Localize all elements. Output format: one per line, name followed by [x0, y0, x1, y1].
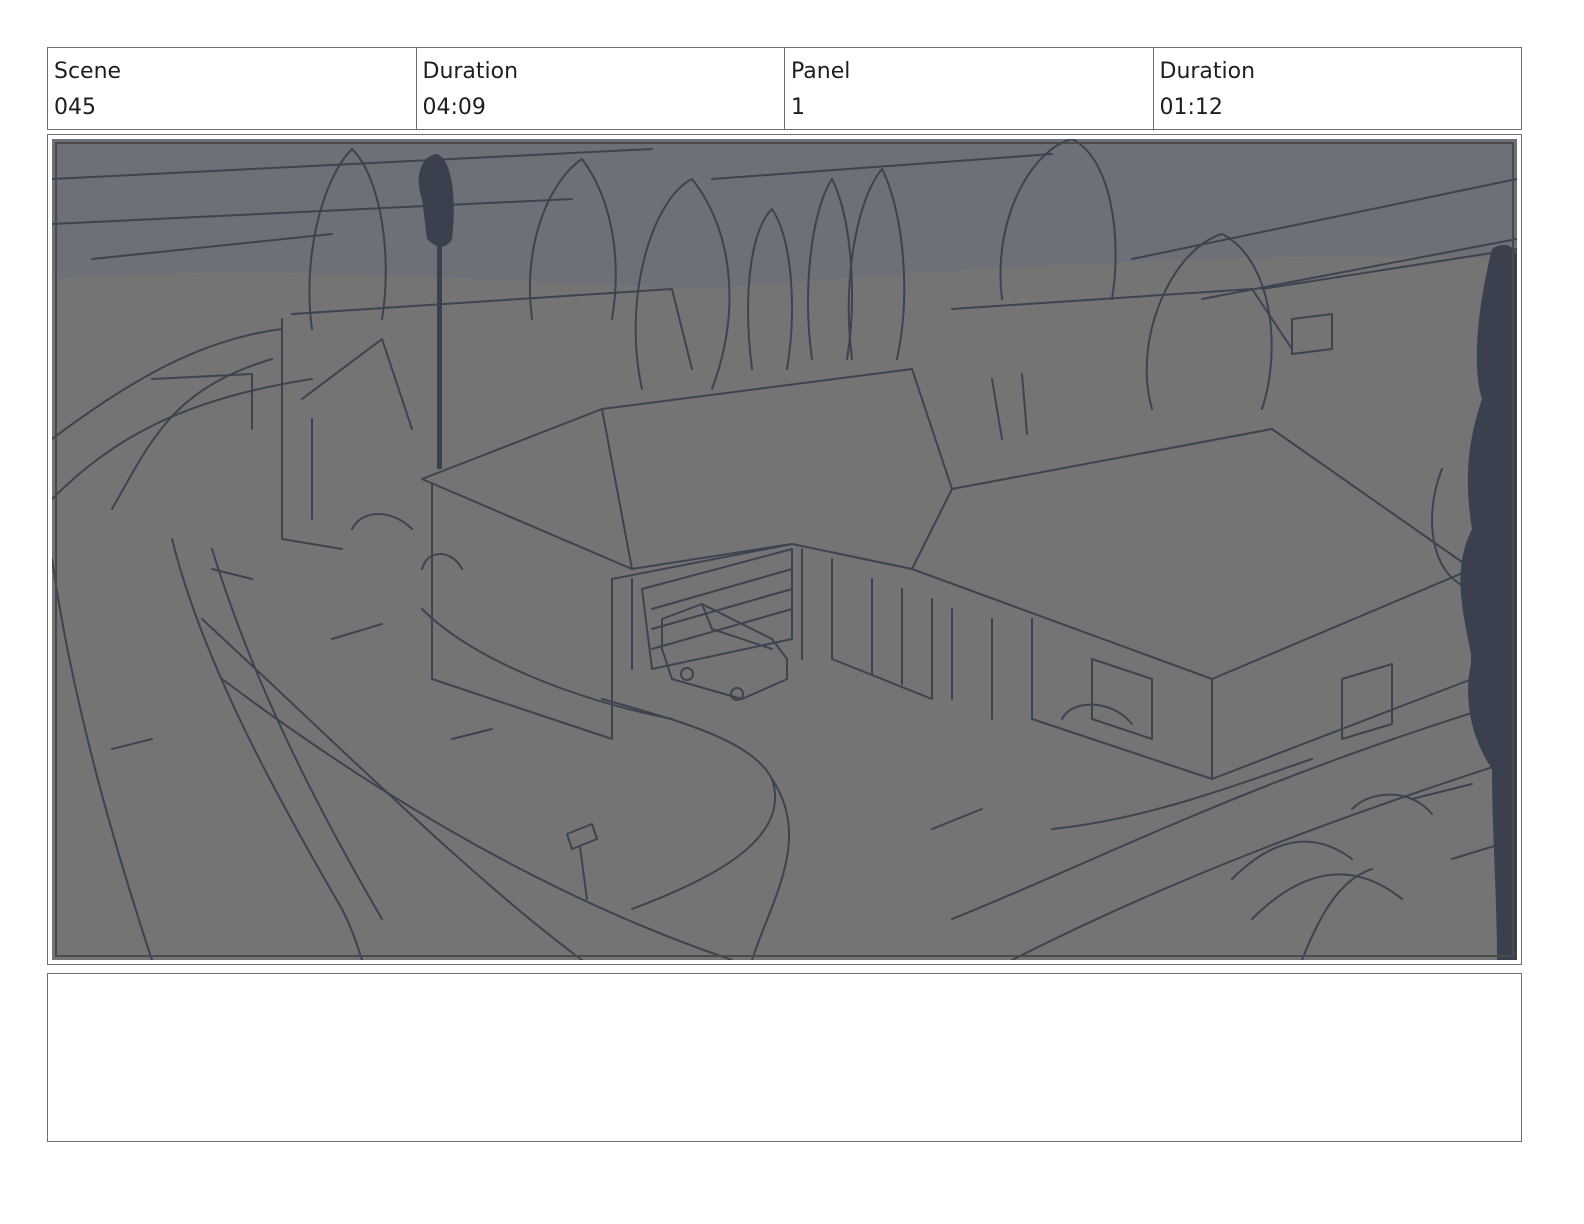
storyboard-sketch — [52, 139, 1517, 960]
scene-label: Scene — [54, 59, 122, 84]
storyboard-frame — [47, 134, 1522, 965]
panel-duration-cell: Duration 01:12 — [1154, 48, 1522, 129]
panel-cell: Panel 1 — [785, 48, 1154, 129]
panel-duration-label: Duration — [1159, 59, 1256, 84]
panel-notes-box[interactable] — [47, 973, 1522, 1142]
scene-value: 045 — [54, 95, 96, 120]
panel-info-header: Scene 045 Duration 04:09 Panel 1 Duratio… — [47, 47, 1522, 130]
scene-duration-label: Duration — [422, 59, 519, 84]
panel-label: Panel — [791, 59, 851, 84]
panel-duration-value: 01:12 — [1159, 95, 1223, 120]
panel-value: 1 — [791, 95, 805, 120]
scene-duration-value: 04:09 — [422, 95, 486, 120]
scene-duration-cell: Duration 04:09 — [417, 48, 785, 129]
scene-cell: Scene 045 — [48, 48, 417, 129]
